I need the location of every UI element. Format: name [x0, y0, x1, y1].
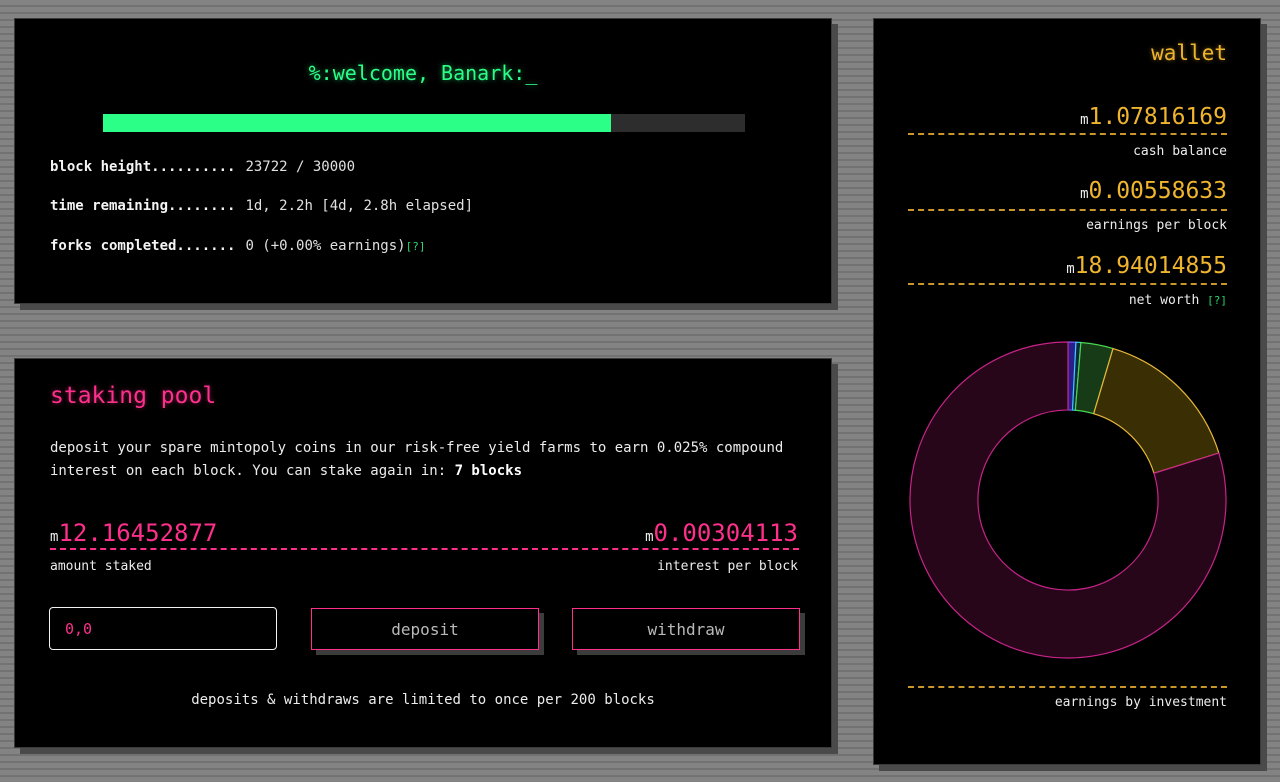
stat-value: 0 (+0.00% earnings): [245, 238, 406, 254]
forks-help-link[interactable]: [?]: [406, 240, 426, 253]
staking-pool-panel: staking pool deposit your spare mintopol…: [14, 358, 832, 748]
wallet-title: wallet: [1151, 41, 1227, 65]
cash-balance-value: m1.07816169: [1080, 104, 1227, 130]
stat-time-remaining: time remaining........ 1d, 2.2h [4d, 2.8h…: [50, 198, 473, 214]
welcome-panel: %:welcome, Banark:_ block height........…: [14, 18, 832, 304]
mintopoly-unit: m: [1080, 112, 1089, 128]
mintopoly-unit: m: [1080, 186, 1089, 202]
net-worth-value: m18.94014855: [1066, 253, 1227, 279]
block-progress-bar: [103, 114, 745, 132]
stat-value: 23722 / 30000: [245, 159, 356, 175]
stat-value: 1d, 2.2h [4d, 2.8h elapsed]: [245, 198, 474, 214]
mintopoly-unit: m: [645, 529, 654, 545]
stat-label: block height..........: [50, 159, 236, 175]
amount-staked-number: 12.16452877: [58, 519, 218, 547]
stat-label: time remaining........: [50, 198, 236, 214]
stat-forks-completed: forks completed....... 0 (+0.00% earnings…: [50, 238, 425, 254]
net-worth-number: 18.94014855: [1074, 253, 1227, 279]
cash-balance-number: 1.07816169: [1088, 104, 1227, 130]
net-worth-label-text: net worth: [1128, 293, 1200, 308]
staking-divider: [50, 548, 799, 550]
interest-per-block-number: 0.00304113: [653, 519, 799, 547]
staking-pool-title: staking pool: [50, 383, 217, 409]
wallet-divider: [908, 209, 1227, 211]
earnings-per-block-number: 0.00558633: [1088, 178, 1227, 204]
earnings-by-investment-chart: [909, 341, 1227, 659]
cash-balance-label: cash balance: [1133, 144, 1227, 159]
withdraw-button[interactable]: withdraw: [572, 608, 800, 650]
earnings-per-block-value: m0.00558633: [1080, 178, 1227, 204]
earnings-by-investment-label: earnings by investment: [1054, 695, 1227, 710]
stat-label: forks completed.......: [50, 238, 236, 254]
wallet-divider: [908, 686, 1227, 688]
mintopoly-unit: m: [1066, 261, 1075, 277]
wallet-divider: [908, 133, 1227, 135]
stake-amount-input[interactable]: [49, 607, 277, 650]
interest-per-block-value: m0.00304113: [645, 519, 798, 547]
block-progress-fill: [103, 114, 611, 132]
stat-block-height: block height.......... 23722 / 30000: [50, 159, 355, 175]
interest-per-block-label: interest per block: [657, 559, 798, 574]
staking-limit-note: deposits & withdraws are limited to once…: [191, 692, 655, 708]
net-worth-label: net worth [?]: [1129, 293, 1227, 308]
donut-slice-3[interactable]: [1092, 347, 1220, 474]
amount-staked-value: m12.16452877: [50, 519, 217, 547]
net-worth-help-link[interactable]: [?]: [1207, 294, 1227, 307]
deposit-button[interactable]: deposit: [311, 608, 539, 650]
amount-staked-label: amount staked: [50, 559, 152, 574]
wallet-divider: [908, 283, 1227, 285]
stake-again-blocks: 7 blocks: [454, 463, 523, 479]
earnings-per-block-label: earnings per block: [1086, 218, 1227, 233]
staking-description-text: deposit your spare mintopoly coins in ou…: [50, 440, 784, 479]
staking-description: deposit your spare mintopoly coins in ou…: [50, 437, 810, 483]
welcome-title: %:welcome, Banark:_: [308, 61, 538, 85]
wallet-panel: wallet m1.07816169 cash balance m0.00558…: [873, 18, 1261, 765]
